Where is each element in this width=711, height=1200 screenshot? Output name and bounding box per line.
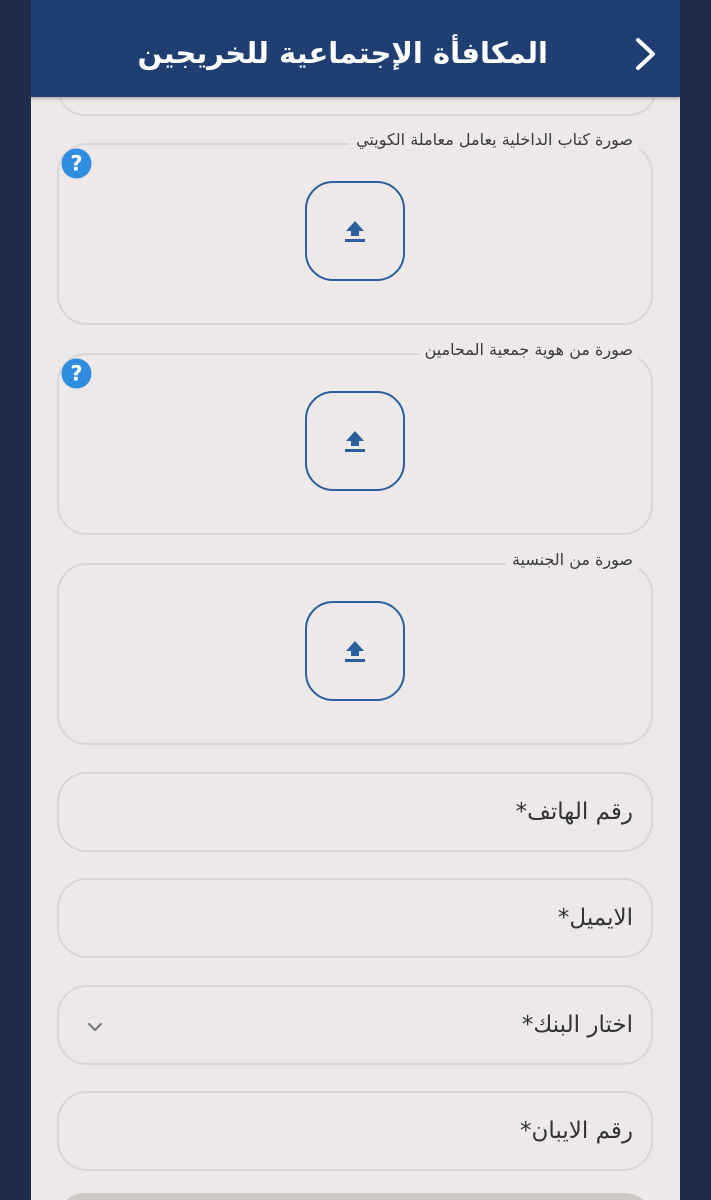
phone-field-label: رقم الهاتف* xyxy=(515,799,633,825)
upload-label: صورة من الجنسية xyxy=(505,548,639,572)
iban-field-label: رقم الايبان* xyxy=(520,1118,633,1144)
help-icon[interactable]: ? xyxy=(61,148,92,179)
upload-box-lawyers-id: صورة من هوية جمعية المحامين ? xyxy=(57,338,653,535)
upload-button[interactable] xyxy=(305,181,405,281)
phone-field[interactable]: رقم الهاتف* xyxy=(57,772,653,852)
app-header: المكافأة الإجتماعية للخريجين xyxy=(31,0,680,97)
upload-icon xyxy=(345,431,365,452)
upload-box-nationality: صورة من الجنسية xyxy=(57,548,653,745)
bank-select[interactable]: اختار البنك* xyxy=(57,985,653,1065)
phone-screen: المكافأة الإجتماعية للخريجين صورة كتاب ا… xyxy=(31,0,680,1200)
bank-select-label: اختار البنك* xyxy=(521,1012,633,1038)
svg-text:?: ? xyxy=(70,362,82,386)
upload-label: صورة من هوية جمعية المحامين xyxy=(418,338,639,362)
upload-box-interior-letter: صورة كتاب الداخلية يعامل معاملة الكويتي … xyxy=(57,128,653,325)
iban-field[interactable]: رقم الايبان* xyxy=(57,1091,653,1171)
upload-button[interactable] xyxy=(305,601,405,701)
next-button-edge[interactable] xyxy=(57,1193,653,1200)
email-field-label: الايميل* xyxy=(557,905,633,931)
upload-icon xyxy=(345,641,365,662)
chevron-right-icon xyxy=(636,38,655,70)
upload-button[interactable] xyxy=(305,391,405,491)
help-icon[interactable]: ? xyxy=(61,358,92,389)
chevron-down-icon xyxy=(88,1023,102,1031)
back-button[interactable] xyxy=(629,32,663,76)
email-field[interactable]: الايميل* xyxy=(57,878,653,958)
upload-icon xyxy=(345,221,365,242)
page-title: المكافأة الإجتماعية للخريجين xyxy=(137,36,548,70)
svg-text:?: ? xyxy=(70,152,82,176)
upload-label: صورة كتاب الداخلية يعامل معاملة الكويتي xyxy=(350,128,639,152)
